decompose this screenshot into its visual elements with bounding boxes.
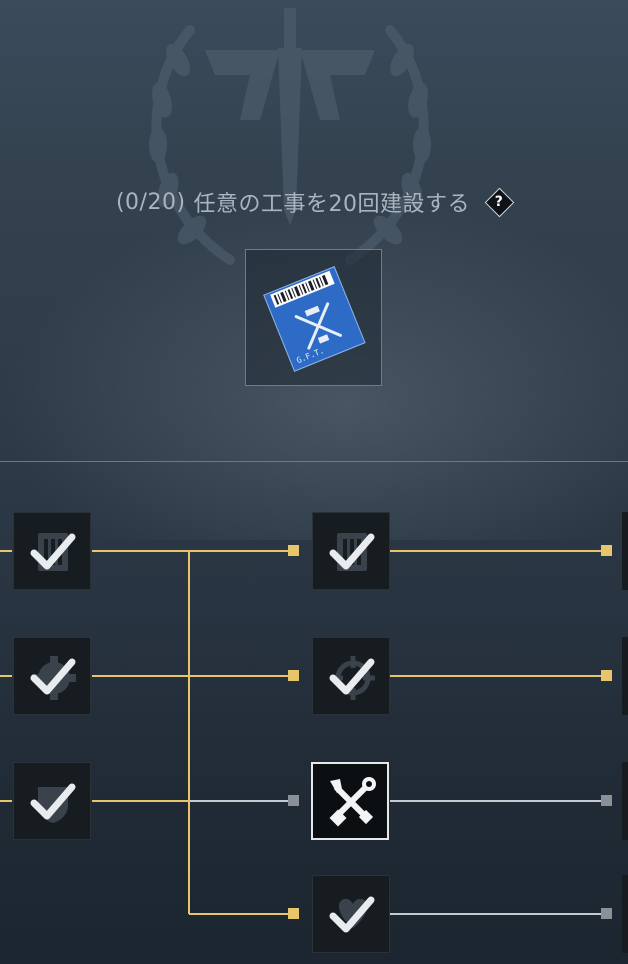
skill-node-barricade[interactable] [13, 512, 91, 590]
skill-node-construction-selected[interactable] [311, 762, 389, 840]
connector-end-marker [601, 670, 612, 681]
connector-end-marker [601, 545, 612, 556]
offscreen-node [622, 512, 628, 590]
skill-node-shield-heart[interactable] [312, 875, 390, 953]
connector-end-marker [288, 908, 299, 919]
offscreen-node [622, 637, 628, 715]
skill-node-barricade-2[interactable] [312, 512, 390, 590]
connector-end-marker [288, 545, 299, 556]
skill-node-shield[interactable] [13, 762, 91, 840]
connector-end-marker [288, 670, 299, 681]
wrench-screwdriver-icon [334, 785, 368, 819]
skill-node-crosshair[interactable] [312, 637, 390, 715]
offscreen-node [622, 762, 628, 840]
connector-end-marker [288, 795, 299, 806]
offscreen-node [622, 875, 628, 953]
connector-end-marker [601, 908, 612, 919]
connector-end-marker [601, 795, 612, 806]
skill-node-gear[interactable] [13, 637, 91, 715]
